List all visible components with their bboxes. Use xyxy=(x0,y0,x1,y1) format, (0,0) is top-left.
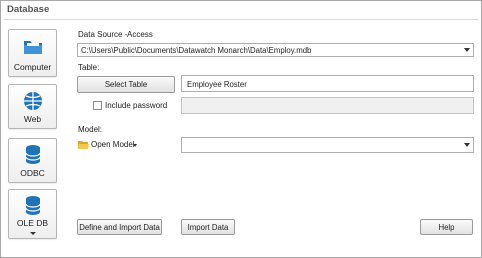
title-divider xyxy=(4,19,478,20)
table-name-field[interactable]: Employee Roster xyxy=(181,75,474,92)
chevron-down-icon xyxy=(30,232,36,235)
define-and-import-button[interactable]: Define and Import Data xyxy=(77,219,162,235)
table-name-value: Employee Roster xyxy=(187,80,247,89)
data-source-path-dropdown[interactable]: C:\Users\Public\Documents\Datawatch Mona… xyxy=(77,43,474,57)
source-button-odbc[interactable]: ODBC xyxy=(8,138,57,183)
chevron-down-icon xyxy=(464,143,470,147)
odbc-database-icon xyxy=(24,144,42,168)
chevron-down-icon xyxy=(133,144,137,147)
data-source-path: C:\Users\Public\Documents\Datawatch Mona… xyxy=(81,46,312,55)
include-password-label: Include password xyxy=(105,101,168,110)
table-label: Table: xyxy=(78,63,100,72)
include-password-checkbox[interactable] xyxy=(93,101,102,110)
database-panel: Database Computer Web ODBC OLE DB Data S… xyxy=(0,0,482,258)
open-model-label: Open Model xyxy=(91,140,135,149)
source-button-oledb[interactable]: OLE DB xyxy=(8,189,57,239)
data-source-type: Access xyxy=(127,30,153,39)
source-button-web[interactable]: Web xyxy=(8,84,57,129)
oledb-database-icon xyxy=(24,195,42,219)
source-label-computer: Computer xyxy=(13,62,52,72)
folder-icon xyxy=(22,38,44,58)
model-dropdown[interactable] xyxy=(181,137,474,153)
open-model-button[interactable]: Open Model xyxy=(78,139,142,151)
import-data-button[interactable]: Import Data xyxy=(181,219,235,235)
source-button-computer[interactable]: Computer xyxy=(8,29,57,77)
select-table-button[interactable]: Select Table xyxy=(77,76,175,93)
data-source-label: Data Source - xyxy=(78,30,128,39)
model-label: Model: xyxy=(78,125,103,134)
folder-open-icon xyxy=(78,140,89,151)
panel-title: Database xyxy=(7,4,50,15)
source-label-odbc: ODBC xyxy=(20,168,45,178)
globe-icon xyxy=(23,91,43,113)
source-label-web: Web xyxy=(23,114,42,124)
source-label-oledb: OLE DB xyxy=(16,218,49,228)
password-field[interactable] xyxy=(181,97,474,114)
help-button[interactable]: Help xyxy=(420,219,473,235)
chevron-down-icon xyxy=(464,48,470,52)
